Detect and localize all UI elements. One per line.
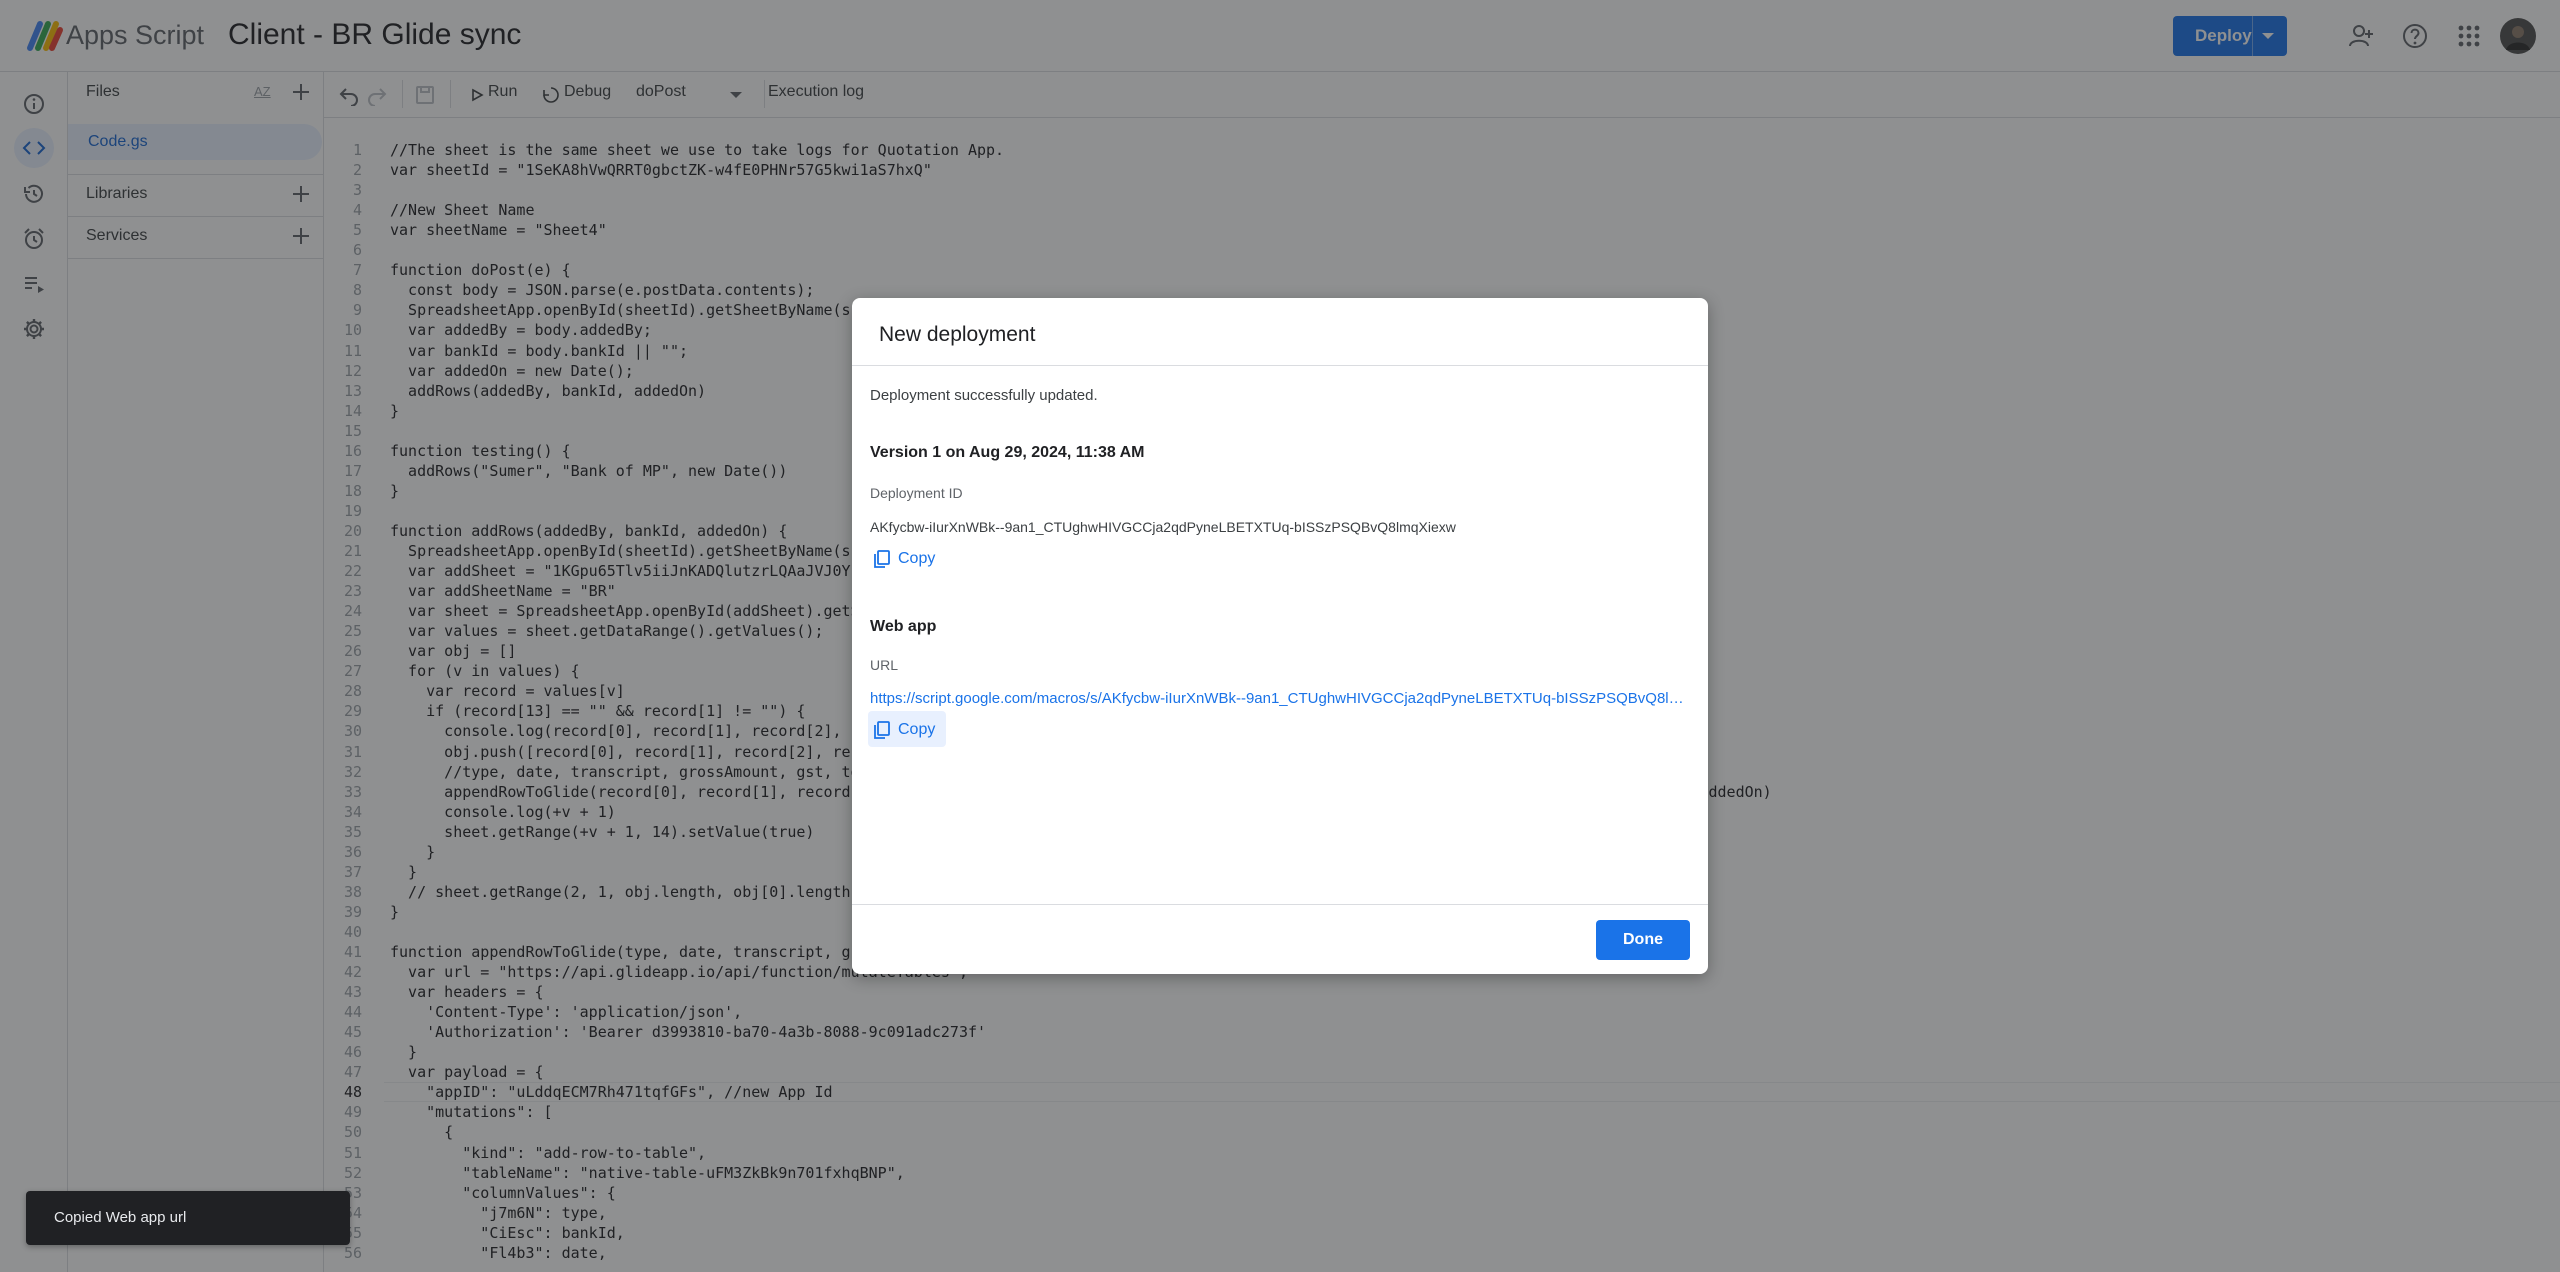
new-deployment-dialog: New deployment Deployment successfully u… (852, 298, 1708, 974)
deployment-id-value: AKfycbw-iIurXnWBk--9an1_CTUghwHIVGCCja2q… (870, 519, 1456, 535)
done-label: Done (1623, 931, 1663, 948)
url-label: URL (870, 657, 899, 673)
version-info: Version 1 on Aug 29, 2024, 11:38 AM (870, 444, 1145, 461)
copy-web-app-url-button[interactable]: Copy (868, 711, 946, 747)
copy-label: Copy (898, 550, 936, 567)
copy-icon (874, 721, 890, 739)
dialog-title: New deployment (879, 323, 1036, 346)
snackbar-message: Copied Web app url (54, 1209, 187, 1226)
snackbar: Copied Web app url (26, 1191, 350, 1245)
copy-deployment-id-button[interactable]: Copy (868, 540, 946, 576)
copy-label: Copy (898, 721, 936, 738)
done-button[interactable]: Done (1596, 920, 1690, 960)
dialog-divider (852, 365, 1708, 366)
web-app-url-link[interactable]: https://script.google.com/macros/s/AKfyc… (870, 690, 1688, 707)
web-app-heading: Web app (870, 618, 937, 635)
copy-icon (874, 550, 890, 568)
deployment-status: Deployment successfully updated. (870, 387, 1098, 404)
deployment-id-label: Deployment ID (870, 485, 963, 501)
dialog-footer-divider (852, 904, 1708, 905)
